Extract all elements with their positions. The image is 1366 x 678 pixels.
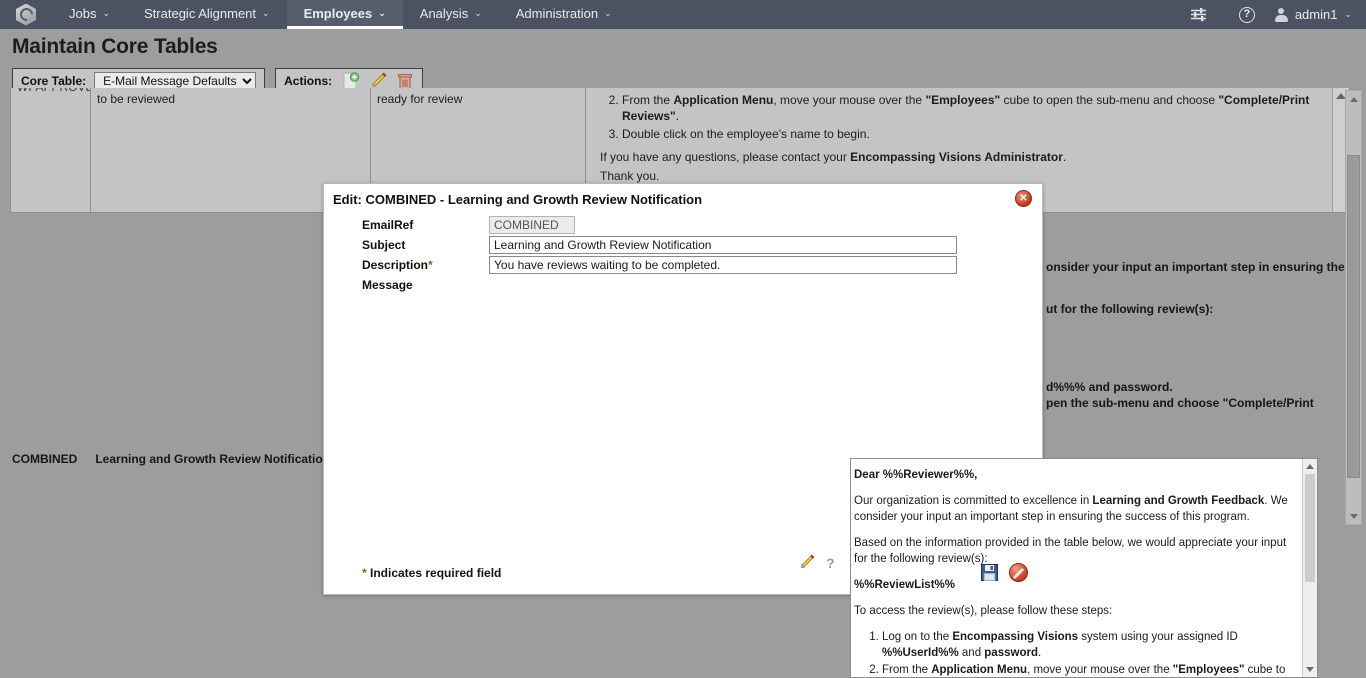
required-field-note: * Indicates required field (362, 566, 501, 580)
scroll-up-button[interactable] (1346, 91, 1361, 107)
page-title: Maintain Core Tables (12, 35, 218, 58)
message-greeting: Dear %%Reviewer%%, (854, 469, 978, 481)
scroll-down-icon (1349, 513, 1358, 519)
nav-item-label: Employees (303, 5, 373, 21)
nav-right-group: ? admin1 ⌄ (1174, 0, 1366, 29)
nav-item-strategic-alignment[interactable]: Strategic Alignment ⌄ (127, 0, 287, 29)
bg-fragment: ut for the following review(s): (1046, 302, 1214, 316)
avatar-icon (1274, 7, 1288, 22)
list-item: Log on to the Encompassing Visions syste… (882, 629, 1292, 661)
scroll-up-button[interactable] (1306, 459, 1314, 474)
scrollbar-thumb[interactable] (1347, 155, 1360, 478)
subject-label: Subject (362, 238, 406, 252)
bg-fragment: onsider your input an important step in … (1046, 260, 1345, 274)
chevron-down-icon: ⌄ (378, 7, 386, 18)
emailref-label: EmailRef (362, 218, 414, 232)
bg-row-code: COMBINED (12, 452, 78, 466)
description-label: Description* (324, 256, 489, 272)
description-input[interactable] (489, 256, 957, 274)
message-scrollbar[interactable] (1302, 459, 1317, 677)
nav-item-label: Administration (515, 5, 599, 21)
user-name-label: admin1 (1294, 7, 1338, 22)
scroll-up-icon (1349, 96, 1358, 102)
grid-cell-code: WPAPPROVED (11, 88, 91, 212)
message-label: Message (362, 278, 413, 292)
field-row-description: Description* (324, 256, 1042, 274)
nav-item-jobs[interactable]: Jobs ⌄ (52, 0, 127, 29)
actions-label: Actions: (284, 74, 333, 88)
top-navigation-bar: Jobs ⌄ Strategic Alignment ⌄ Employees ⌄… (0, 0, 1366, 29)
subject-input[interactable] (489, 236, 957, 254)
field-row-subject: Subject (324, 236, 1042, 254)
user-menu[interactable]: admin1 ⌄ (1271, 7, 1352, 22)
list-item: From the Application Menu, move your mou… (622, 92, 1343, 124)
footer-icon-group (981, 563, 1028, 582)
scroll-up-icon (1306, 464, 1314, 469)
nav-item-label: Strategic Alignment (144, 5, 257, 21)
bg-fragment: d%%% and password. (1046, 380, 1173, 394)
bg-row-name: Learning and Growth Review Notification (95, 452, 331, 466)
chevron-down-icon: ⌄ (1344, 9, 1352, 19)
field-row-emailref: EmailRef (324, 216, 1042, 234)
required-mark: * (428, 258, 433, 272)
description-label-text: Description (362, 258, 429, 272)
list-item: Double click on the employee's name to b… (622, 126, 1343, 142)
app-logo[interactable] (0, 0, 52, 29)
emailref-input (489, 216, 575, 234)
grid-description-text: to be reviewed (97, 92, 176, 106)
grid-message-para1: If you have any questions, please contac… (600, 150, 1067, 164)
core-table-label: Core Table: (21, 74, 87, 88)
message-steps: Log on to the Encompassing Visions syste… (854, 629, 1292, 677)
dialog-footer: * Indicates required field (324, 554, 1042, 594)
scroll-down-icon (1306, 667, 1314, 672)
grid-message-para2: Thank you. (600, 169, 660, 183)
required-note-text: Indicates required field (366, 566, 502, 580)
nav-item-employees[interactable]: Employees ⌄ (286, 0, 403, 29)
chevron-down-icon: ⌄ (262, 7, 270, 18)
dialog-title: Edit: COMBINED - Learning and Growth Rev… (333, 192, 703, 207)
scroll-down-button[interactable] (1346, 508, 1361, 524)
scrollbar-track[interactable] (1303, 474, 1317, 662)
grid-code-text: WPAPPROVED (17, 88, 90, 94)
scrollbar-track[interactable] (1346, 107, 1361, 508)
help-glyph: ? (1238, 6, 1255, 23)
grid-message-steps: From the Application Menu, move your mou… (600, 92, 1343, 142)
nav-item-administration[interactable]: Administration ⌄ (499, 0, 629, 29)
chevron-down-icon: ⌄ (604, 7, 612, 18)
save-disk-icon[interactable] (981, 564, 998, 581)
bg-row-label: COMBINED Learning and Growth Review Notif… (12, 452, 330, 466)
bg-fragment: pen the sub-menu and choose "Complete/Pr… (1046, 396, 1314, 410)
nav-item-label: Jobs (69, 5, 97, 21)
help-circle-icon[interactable]: ? (1223, 6, 1271, 23)
cancel-icon[interactable] (1009, 563, 1028, 582)
scrollbar-thumb[interactable] (1305, 474, 1315, 582)
chevron-down-icon: ⌄ (474, 7, 482, 18)
edit-email-message-dialog: Edit: COMBINED - Learning and Growth Rev… (323, 183, 1318, 678)
grid-status-text: ready for review (377, 92, 463, 106)
chevron-down-icon: ⌄ (102, 7, 111, 18)
scroll-down-button[interactable] (1306, 662, 1314, 677)
nav-item-label: Analysis (419, 5, 469, 21)
message-para1: Our organization is committed to excelle… (854, 495, 1288, 523)
sliders-icon[interactable] (1174, 7, 1223, 22)
message-para3: To access the review(s), please follow t… (854, 605, 1113, 617)
page-scrollbar[interactable] (1345, 90, 1362, 525)
field-row-message: Message (324, 276, 1042, 292)
list-item: From the Application Menu, move your mou… (882, 662, 1292, 677)
app-logo-icon (16, 3, 36, 26)
nav-item-analysis[interactable]: Analysis ⌄ (403, 0, 499, 29)
close-icon[interactable]: ✕ (1015, 190, 1032, 207)
